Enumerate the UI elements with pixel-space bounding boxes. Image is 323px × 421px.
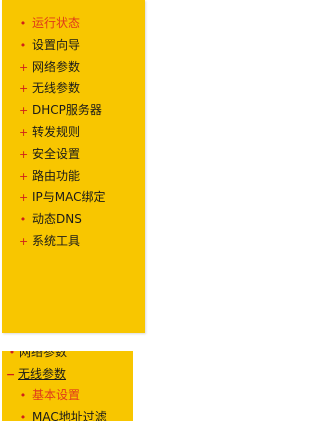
sidebar-item-label: 系统工具 xyxy=(32,233,81,248)
expand-plus-icon: + xyxy=(19,82,29,96)
sidebar-item-wireless-params[interactable]: + 无线参数 xyxy=(2,78,145,100)
bullet-dot-icon: • xyxy=(19,17,27,30)
sidebar-item-running-status[interactable]: • 运行状态 xyxy=(2,13,145,35)
sidebar-item-label: 运行状态 xyxy=(32,16,81,30)
expand-plus-icon: + xyxy=(19,60,29,74)
expand-plus-icon: + xyxy=(19,104,29,118)
sidebar-item-label: DHCP服务器 xyxy=(32,103,102,118)
expand-plus-icon: + xyxy=(19,147,29,161)
sidebar-subitem-basic-settings[interactable]: • 基本设置 xyxy=(2,385,133,407)
bullet-dot-icon: • xyxy=(8,351,16,359)
expand-plus-icon: + xyxy=(19,125,29,139)
sidebar-item-ip-mac-binding[interactable]: + IP与MAC绑定 xyxy=(2,187,145,209)
sidebar-item-label: 转发规则 xyxy=(32,124,81,139)
sidebar-item-label: 基本设置 xyxy=(32,388,81,402)
sidebar-item-network-params[interactable]: + 网络参数 xyxy=(2,57,145,79)
sidebar-item-label: 动态DNS xyxy=(32,212,82,227)
sidebar-item-setup-wizard[interactable]: • 设置向导 xyxy=(2,35,145,57)
expand-plus-icon: + xyxy=(19,191,29,205)
sidebar-item-label: 无线参数 xyxy=(18,366,67,381)
bullet-dot-icon: • xyxy=(19,410,27,421)
sidebar-submenu-panel: • 网络参数 − 无线参数 • 基本设置 • MAC地址过滤 xyxy=(2,351,133,421)
sidebar-item-label: 路由功能 xyxy=(32,168,81,183)
collapse-minus-icon: − xyxy=(6,367,16,381)
sidebar-item-label: 网络参数 xyxy=(19,351,68,359)
sidebar-item-label: 安全设置 xyxy=(32,146,81,161)
sidebar-item-label: 设置向导 xyxy=(32,37,81,52)
sidebar-subitem-mac-filter[interactable]: • MAC地址过滤 xyxy=(2,407,133,421)
expand-plus-icon: + xyxy=(19,169,29,183)
sidebar-item-label: MAC地址过滤 xyxy=(32,409,107,421)
sidebar-item-label: 无线参数 xyxy=(32,81,81,96)
sidebar-item-label: IP与MAC绑定 xyxy=(32,190,106,205)
sidebar-submenu: • 网络参数 − 无线参数 • 基本设置 • MAC地址过滤 xyxy=(2,351,133,421)
sidebar-item-security-settings[interactable]: + 安全设置 xyxy=(2,144,145,166)
sidebar-item-label: 网络参数 xyxy=(32,59,81,74)
sidebar-menu: • 运行状态 • 设置向导 + 网络参数 + 无线参数 + DHCP服务器 + … xyxy=(2,13,145,253)
sidebar-item-routing[interactable]: + 路由功能 xyxy=(2,166,145,188)
sidebar-menu-panel: • 运行状态 • 设置向导 + 网络参数 + 无线参数 + DHCP服务器 + … xyxy=(2,0,145,333)
sidebar-item-dynamic-dns[interactable]: • 动态DNS xyxy=(2,209,145,231)
sidebar-item-wireless-params-expanded[interactable]: − 无线参数 xyxy=(2,364,133,386)
sidebar-item-forwarding-rules[interactable]: + 转发规则 xyxy=(2,122,145,144)
sidebar-item-network-params[interactable]: • 网络参数 xyxy=(2,351,133,364)
sidebar-item-system-tools[interactable]: + 系统工具 xyxy=(2,231,145,253)
expand-plus-icon: + xyxy=(19,234,29,248)
bullet-dot-icon: • xyxy=(19,38,27,52)
bullet-dot-icon: • xyxy=(19,213,27,227)
sidebar-item-dhcp-server[interactable]: + DHCP服务器 xyxy=(2,100,145,122)
bullet-dot-icon: • xyxy=(19,389,27,402)
